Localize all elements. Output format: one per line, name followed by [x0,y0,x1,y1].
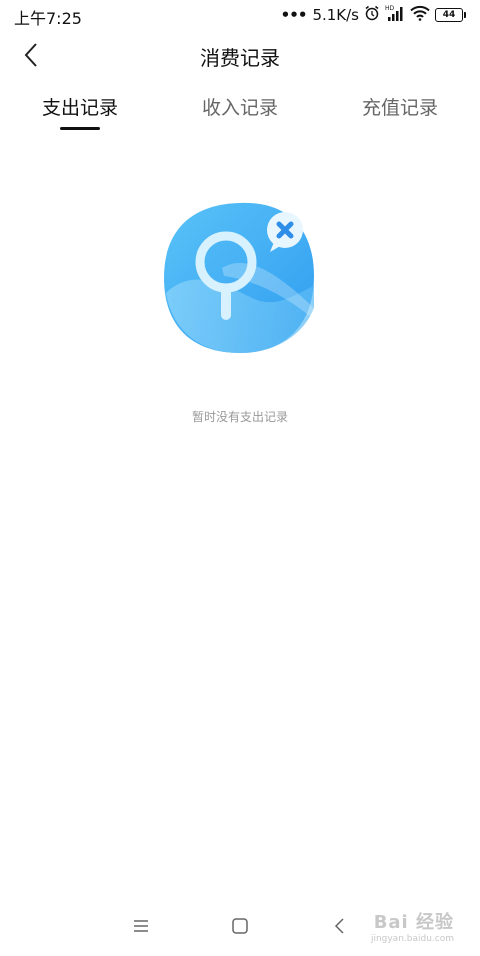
menu-icon [134,920,148,932]
alarm-clock-icon [364,5,380,25]
tab-recharge-label: 充值记录 [361,97,438,119]
status-bar: 上午7:25 ••• 5.1K/s HD 44 [0,0,480,30]
empty-state-message: 暂时没有支出记录 [191,410,288,424]
status-time: 上午7:25 [14,9,82,28]
tab-expense[interactable]: 支出记录 [0,85,160,133]
watermark: Bai 经验 jingyan.baidu.com [371,908,454,944]
battery-icon: 44 [435,8,466,22]
signal-icon: HD [385,4,405,26]
page-title: 消费记录 [200,46,280,70]
tab-expense-label: 支出记录 [41,97,118,119]
watermark-url: jingyan.baidu.com [370,934,454,944]
system-nav-bar: Bai 经验 jingyan.baidu.com [0,896,480,956]
status-indicators: ••• 5.1K/s HD 44 [281,4,466,26]
net-speed: 5.1K/s [312,6,359,24]
tab-income-label: 收入记录 [201,97,278,119]
header: 消费记录 [0,30,480,80]
watermark-logo: Bai 经验 [373,912,454,933]
hd-label: HD [385,5,395,12]
tab-income[interactable]: 收入记录 [160,85,320,133]
home-square-icon [232,918,248,934]
record-tabs: 支出记录 收入记录 充值记录 [0,85,480,133]
back-arrow-icon [334,918,344,934]
home-button[interactable] [228,914,252,938]
tab-recharge[interactable]: 充值记录 [320,85,480,133]
nav-back-button[interactable] [328,914,352,938]
battery-level: 44 [435,8,463,22]
wifi-icon [410,5,430,25]
menu-button[interactable] [129,914,153,938]
more-dots-icon: ••• [280,6,308,24]
active-tab-indicator [60,127,100,130]
empty-search-illustration [162,198,322,358]
